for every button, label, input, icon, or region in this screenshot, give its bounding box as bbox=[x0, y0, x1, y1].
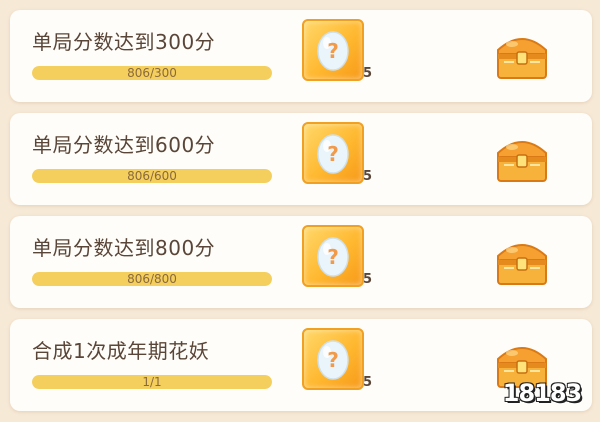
task-title: 单局分数达到300分 bbox=[32, 30, 216, 54]
mystery-egg-icon: ? bbox=[317, 340, 349, 380]
progress-bar: 806/600 bbox=[32, 169, 272, 183]
svg-text:?: ? bbox=[327, 39, 339, 63]
reward-count: 5 bbox=[362, 66, 372, 81]
reward-item[interactable]: ? 5 bbox=[302, 225, 372, 287]
treasure-chest-icon[interactable] bbox=[490, 228, 554, 292]
svg-text:?: ? bbox=[327, 245, 339, 269]
svg-text:?: ? bbox=[327, 142, 339, 166]
progress-bar: 806/300 bbox=[32, 66, 272, 80]
reward-item[interactable]: ? 5 bbox=[302, 328, 372, 390]
task-title: 单局分数达到800分 bbox=[32, 236, 216, 260]
reward-count: 5 bbox=[362, 169, 372, 184]
task-title: 单局分数达到600分 bbox=[32, 133, 216, 157]
reward-count: 5 bbox=[362, 375, 372, 390]
progress-text: 806/800 bbox=[127, 272, 177, 286]
task-card: 单局分数达到300分 806/300 ? 5 bbox=[10, 10, 592, 102]
progress-text: 1/1 bbox=[142, 375, 162, 389]
progress-text: 806/600 bbox=[127, 169, 177, 183]
svg-text:?: ? bbox=[327, 348, 339, 372]
reward-item[interactable]: ? 5 bbox=[302, 19, 372, 81]
reward-count: 5 bbox=[362, 272, 372, 287]
treasure-chest-icon[interactable] bbox=[490, 22, 554, 86]
mystery-egg-icon: ? bbox=[317, 134, 349, 174]
task-title: 合成1次成年期花妖 bbox=[32, 339, 210, 363]
mystery-egg-icon: ? bbox=[317, 237, 349, 277]
watermark-logo: 18183 bbox=[502, 379, 583, 407]
task-card: 单局分数达到600分 806/600 ? 5 bbox=[10, 113, 592, 205]
progress-text: 806/300 bbox=[127, 66, 177, 80]
task-card: 单局分数达到800分 806/800 ? 5 bbox=[10, 216, 592, 308]
progress-bar: 1/1 bbox=[32, 375, 272, 389]
reward-item[interactable]: ? 5 bbox=[302, 122, 372, 184]
progress-bar: 806/800 bbox=[32, 272, 272, 286]
treasure-chest-icon[interactable] bbox=[490, 125, 554, 189]
mystery-egg-icon: ? bbox=[317, 31, 349, 71]
